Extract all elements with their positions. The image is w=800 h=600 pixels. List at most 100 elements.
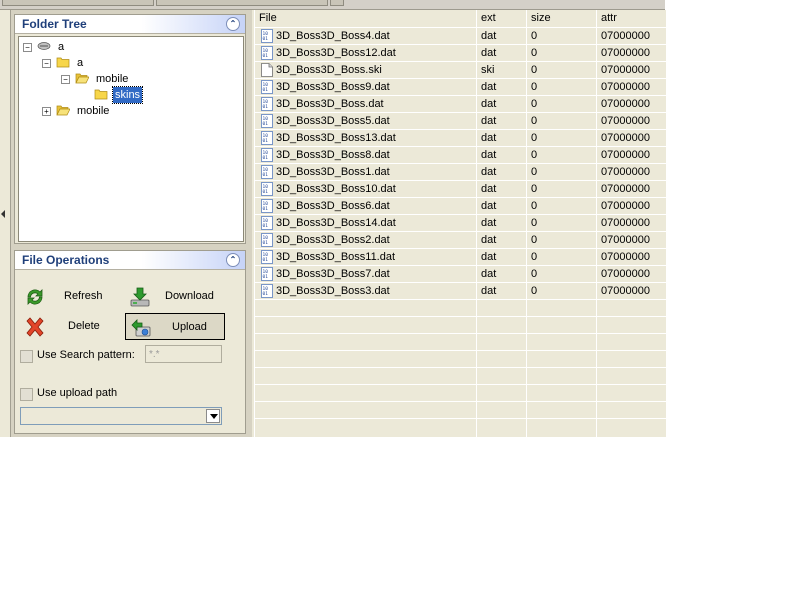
svg-text:01: 01	[263, 206, 269, 212]
cell-attr: 07000000	[601, 183, 650, 195]
app-window: Folder Tree ⌃ − a − a − mobile skins + mobile Fi…	[0, 0, 666, 437]
use-upload-path-checkbox[interactable]	[20, 388, 33, 401]
row-divider	[255, 282, 666, 283]
expand-icon[interactable]: +	[42, 107, 51, 116]
row-divider	[255, 299, 666, 300]
chevron-up-icon[interactable]: ⌃	[226, 17, 240, 31]
table-row[interactable]: 3D_Boss3D_Boss.ski ski 0 07000000	[255, 62, 666, 79]
binary-file-icon: 10 01	[261, 29, 273, 43]
cell-file: 3D_Boss3D_Boss2.dat	[276, 234, 390, 246]
cell-size: 0	[531, 200, 538, 212]
table-row[interactable]: 10 01 3D_Boss3D_Boss13.dat dat 0 07000000	[255, 130, 666, 147]
binary-file-icon: 10 01	[261, 199, 273, 213]
cell-file: 3D_Boss3D_Boss14.dat	[276, 217, 396, 229]
binary-file-icon: 10 01	[261, 97, 273, 111]
column-header-attr[interactable]: attr	[597, 10, 617, 27]
cell-attr: 07000000	[601, 81, 650, 93]
chevron-up-icon[interactable]: ⌃	[226, 253, 240, 267]
collapse-icon[interactable]: −	[23, 43, 32, 52]
row-divider	[255, 265, 666, 266]
table-row[interactable]: 10 01 3D_Boss3D_Boss2.dat dat 0 07000000	[255, 232, 666, 249]
upload-path-select[interactable]	[20, 407, 222, 425]
cell-attr: 07000000	[601, 132, 650, 144]
column-header-ext[interactable]: ext	[477, 10, 496, 27]
collapse-icon[interactable]: −	[61, 75, 70, 84]
drive-icon	[37, 40, 51, 52]
toolbar-tab[interactable]	[156, 0, 328, 6]
row-divider	[255, 95, 666, 96]
table-row[interactable]: 10 01 3D_Boss3D_Boss1.dat dat 0 07000000	[255, 164, 666, 181]
binary-file-icon: 10 01	[261, 182, 273, 196]
svg-text:01: 01	[263, 53, 269, 59]
tree-node-label[interactable]: mobile	[94, 71, 130, 87]
binary-file-icon: 10 01	[261, 216, 273, 230]
cell-ext: dat	[481, 81, 497, 93]
collapse-icon[interactable]: −	[42, 59, 51, 68]
table-row[interactable]: 10 01 3D_Boss3D_Boss5.dat dat 0 07000000	[255, 113, 666, 130]
table-row[interactable]: 10 01 3D_Boss3D_Boss.dat dat 0 07000000	[255, 96, 666, 113]
row-divider	[255, 333, 666, 334]
table-row[interactable]: 10 01 3D_Boss3D_Boss3.dat dat 0 07000000	[255, 283, 666, 300]
column-header-size[interactable]: size	[527, 10, 551, 27]
cell-file: 3D_Boss3D_Boss11.dat	[276, 251, 396, 263]
folder-tree-title: Folder Tree	[22, 17, 87, 31]
download-button[interactable]: Download	[125, 283, 223, 309]
cell-ext: dat	[481, 183, 497, 195]
toolbar-tab[interactable]	[2, 0, 154, 6]
tree-node-label[interactable]: a	[75, 55, 85, 71]
cell-size: 0	[531, 251, 538, 263]
svg-text:01: 01	[263, 104, 269, 110]
upload-button[interactable]: Upload	[125, 313, 225, 340]
cell-attr: 07000000	[601, 285, 650, 297]
table-row[interactable]: 10 01 3D_Boss3D_Boss10.dat dat 0 07000000	[255, 181, 666, 198]
use-search-pattern-label: Use Search pattern:	[37, 349, 135, 361]
cell-file: 3D_Boss3D_Boss5.dat	[276, 115, 390, 127]
column-divider	[476, 10, 477, 437]
left-splitter[interactable]	[0, 10, 11, 437]
cell-size: 0	[531, 30, 538, 42]
cell-size: 0	[531, 217, 538, 229]
use-upload-path-label: Use upload path	[37, 387, 118, 399]
row-divider	[255, 316, 666, 317]
file-operations-panel: File Operations ⌃ Refresh Download Delet…	[14, 250, 246, 434]
svg-text:01: 01	[263, 172, 269, 178]
table-row[interactable]: 10 01 3D_Boss3D_Boss7.dat dat 0 07000000	[255, 266, 666, 283]
table-row[interactable]: 10 01 3D_Boss3D_Boss8.dat dat 0 07000000	[255, 147, 666, 164]
table-row[interactable]: 10 01 3D_Boss3D_Boss4.dat dat 0 07000000	[255, 28, 666, 45]
chevron-down-icon[interactable]	[206, 409, 220, 423]
row-divider	[255, 384, 666, 385]
table-row[interactable]: 10 01 3D_Boss3D_Boss9.dat dat 0 07000000	[255, 79, 666, 96]
toolbar-tab[interactable]	[330, 0, 344, 6]
search-pattern-input[interactable]: *.*	[145, 345, 222, 363]
cell-file: 3D_Boss3D_Boss10.dat	[276, 183, 396, 195]
delete-button[interactable]: Delete	[20, 313, 108, 339]
row-divider	[255, 231, 666, 232]
svg-text:01: 01	[263, 121, 269, 127]
column-header-file[interactable]: File	[255, 10, 277, 27]
folder-tree: − a − a − mobile skins + mobile	[18, 36, 244, 242]
cell-size: 0	[531, 166, 538, 178]
delete-icon	[26, 317, 44, 337]
cell-file: 3D_Boss3D_Boss6.dat	[276, 200, 390, 212]
refresh-button[interactable]: Refresh	[20, 283, 108, 309]
use-search-pattern-checkbox[interactable]	[20, 350, 33, 363]
file-operations-title: File Operations	[22, 253, 110, 267]
cell-size: 0	[531, 64, 538, 76]
cell-attr: 07000000	[601, 30, 650, 42]
tree-node-label[interactable]: mobile	[75, 103, 111, 119]
table-row[interactable]: 10 01 3D_Boss3D_Boss14.dat dat 0 07000000	[255, 215, 666, 232]
row-divider	[255, 367, 666, 368]
table-row[interactable]: 10 01 3D_Boss3D_Boss12.dat dat 0 07000000	[255, 45, 666, 62]
tree-node-label[interactable]: skins	[111, 86, 144, 104]
row-divider	[255, 44, 666, 45]
cell-size: 0	[531, 47, 538, 59]
table-row[interactable]: 10 01 3D_Boss3D_Boss6.dat dat 0 07000000	[255, 198, 666, 215]
cell-size: 0	[531, 234, 538, 246]
collapse-arrow-icon[interactable]	[1, 210, 5, 218]
cell-ext: dat	[481, 251, 497, 263]
table-row[interactable]: 10 01 3D_Boss3D_Boss11.dat dat 0 07000000	[255, 249, 666, 266]
row-divider	[255, 129, 666, 130]
cell-ext: dat	[481, 217, 497, 229]
tree-node-label[interactable]: a	[56, 39, 66, 55]
binary-file-icon: 10 01	[261, 131, 273, 145]
